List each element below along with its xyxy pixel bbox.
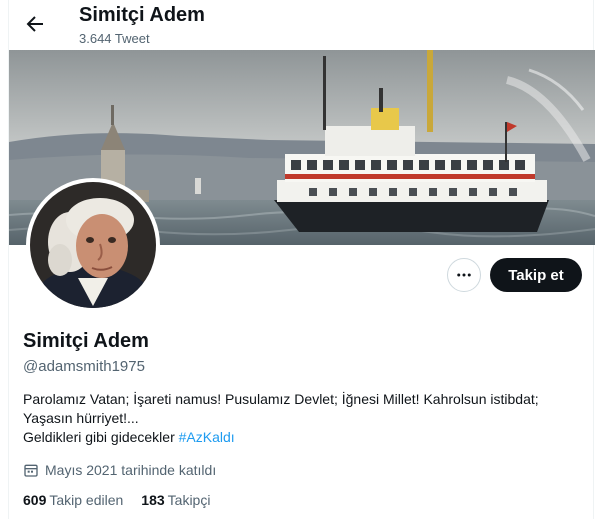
followers-count: 183 xyxy=(141,492,165,508)
profile-bio: Parolamız Vatan; İşareti namus! Pusulamı… xyxy=(23,390,588,447)
follow-stats: 609 Takip edilen 183 Takipçi xyxy=(23,492,228,508)
profile-avatar[interactable] xyxy=(26,178,160,312)
profile-name: Simitçi Adem xyxy=(23,330,149,352)
bio-text: Geldikleri gibi gidecekler xyxy=(23,429,179,445)
avatar-image xyxy=(30,182,156,308)
tweet-count: 3.644 Tweet xyxy=(79,31,150,46)
bio-line: Geldikleri gibi gidecekler #AzKaldı xyxy=(23,428,588,447)
following-link[interactable]: 609 Takip edilen xyxy=(23,492,123,508)
followers-label: Takipçi xyxy=(167,492,211,508)
hashtag-link[interactable]: #AzKaldı xyxy=(179,429,235,445)
profile-header: Simitçi Adem 3.644 Tweet xyxy=(9,0,595,50)
join-date: Mayıs 2021 tarihinde katıldı xyxy=(23,462,216,478)
more-options-button[interactable] xyxy=(447,258,481,292)
calendar-icon xyxy=(24,464,38,477)
more-horizontal-icon xyxy=(457,273,471,277)
followers-link[interactable]: 183 Takipçi xyxy=(141,492,210,508)
profile-handle: @adamsmith1975 xyxy=(23,358,145,375)
join-date-text: Mayıs 2021 tarihinde katıldı xyxy=(45,462,217,478)
bio-line: Yaşasın hürriyet!... xyxy=(23,410,139,426)
bio-line: Parolamız Vatan; İşareti namus! Pusulamı… xyxy=(23,391,539,407)
following-label: Takip edilen xyxy=(49,492,124,508)
arrow-left-icon xyxy=(26,16,43,32)
follow-button[interactable]: Takip et xyxy=(490,258,582,292)
back-button[interactable] xyxy=(23,12,47,36)
header-title: Simitçi Adem xyxy=(79,4,205,26)
following-count: 609 xyxy=(23,492,47,508)
profile-page: Simitçi Adem 3.644 Tweet Takip et Simitç… xyxy=(8,0,595,519)
